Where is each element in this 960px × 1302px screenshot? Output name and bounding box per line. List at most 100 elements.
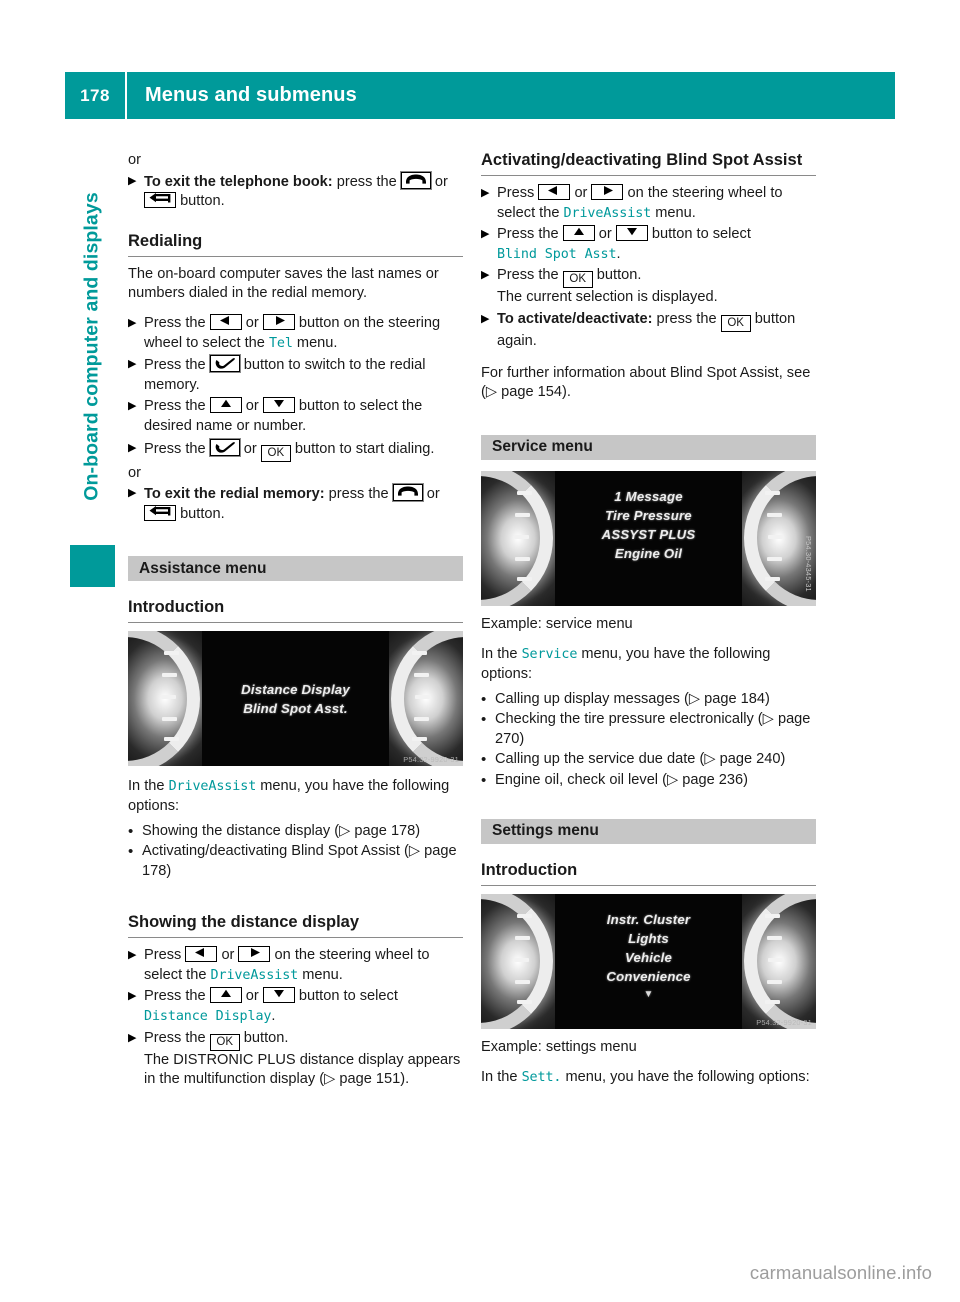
page-ref: page 236 — [682, 771, 744, 788]
section-band-assistance: Assistance menu — [128, 556, 463, 582]
step-arrow-icon: ▶ — [128, 1031, 137, 1044]
figure-assistance-cluster: Distance Display Blind Spot Asst. P54.32… — [128, 631, 463, 767]
list-item-text: ) — [166, 862, 172, 879]
menu-name-distance-display: Distance Display — [144, 1009, 272, 1025]
arrow-right-icon — [262, 313, 295, 330]
figure-code-label: P54.30-4345-31 — [804, 535, 813, 592]
page-ref: page 151 — [339, 1071, 401, 1088]
arrow-up-icon — [562, 225, 595, 242]
step-bsa-1: ▶ Press or on the steering wheel to sele… — [481, 184, 816, 223]
ok-button-icon: OK — [562, 271, 593, 289]
back-arrow-icon — [144, 504, 176, 521]
figure-caption-service: Example: service menu — [481, 615, 633, 632]
step-text: menu. — [655, 204, 696, 221]
step-arrow-icon: ▶ — [128, 487, 137, 500]
bullet-icon: • — [128, 843, 134, 861]
cluster-menu-item: Instr. Cluster — [606, 911, 691, 927]
cluster-screen: 1 Message Tire Pressure ASSYST PLUS Engi… — [555, 471, 742, 606]
step-text: Press — [497, 185, 535, 201]
list-item-text: Calling up the service due date ( — [495, 751, 705, 768]
step-redial-3: ▶ Press the or button to select the desi… — [128, 397, 463, 436]
step-text: Press — [144, 947, 182, 964]
phone-hangup-icon — [391, 483, 424, 503]
step-arrow-icon: ▶ — [128, 441, 137, 454]
step-text: ). — [400, 1071, 410, 1088]
step-arrow-icon: ▶ — [481, 312, 490, 325]
chapter-side-label: On-board computer and displays — [80, 192, 103, 501]
left-column: or ▶ To exit the telephone book: press t… — [128, 150, 463, 1092]
menu-name-service: Service — [521, 647, 578, 663]
step-distance-3: ▶ Press the OK button. The DISTRONIC PLU… — [128, 1029, 463, 1090]
step-arrow-icon: ▶ — [128, 400, 137, 413]
step-text: press the — [328, 486, 389, 503]
cluster-menu-item: ASSYST PLUS — [601, 526, 696, 542]
step-text: or — [598, 226, 612, 243]
or-label-2: or — [128, 464, 141, 481]
page-ref: page 240 — [719, 751, 781, 768]
step-text: press the — [336, 173, 397, 190]
right-column: Activating/deactivating Blind Spot Assis… — [481, 150, 816, 1088]
heading-introduction-settings: Introduction — [481, 860, 578, 879]
section-band-service: Service menu — [481, 434, 816, 460]
list-item-text: Activating/deactivating Blind Spot Assis… — [142, 843, 409, 860]
or-label-1: or — [128, 152, 141, 168]
step-text: The DISTRONIC PLUS distance display appe… — [144, 1051, 461, 1088]
list-item-text: Checking the tire pressure electronicall… — [495, 711, 763, 728]
step-text: or — [221, 947, 235, 964]
cluster-right-ticks — [756, 485, 783, 593]
step-redial-4: ▶ Press the or OK button to start dialin… — [128, 437, 463, 462]
list-item: • Activating/deactivating Blind Spot Ass… — [128, 842, 463, 881]
step-arrow-icon: ▶ — [128, 174, 137, 187]
cluster-menu-item: Tire Pressure — [605, 507, 692, 523]
arrow-right-icon — [238, 946, 271, 963]
menu-name-driveassist: DriveAssist — [563, 205, 652, 221]
step-lead-in: To activate/deactivate: — [497, 310, 653, 327]
list-item-text: ) — [519, 730, 525, 747]
list-item-text: Engine oil, check oil level ( — [495, 771, 667, 788]
list-item: • Calling up display messages (▷ page 18… — [481, 690, 816, 710]
arrow-down-icon — [262, 987, 295, 1004]
step-redial-1: ▶ Press the or button on the steering wh… — [128, 313, 463, 353]
step-text: or — [434, 173, 448, 190]
page-title: Menus and submenus — [145, 84, 357, 106]
cluster-menu-item: 1 Message — [614, 488, 683, 504]
phone-call-icon — [208, 354, 241, 374]
bullet-icon: • — [481, 690, 487, 708]
step-text: The current selection is displayed. — [497, 289, 718, 306]
page-ref-icon: ▷ — [666, 771, 683, 788]
step-arrow-icon: ▶ — [128, 990, 137, 1003]
ok-button-icon: OK — [260, 444, 291, 462]
step-lead-in: To exit the redial memory: — [144, 486, 325, 503]
arrow-down-icon — [615, 225, 648, 242]
cluster-right-ticks — [403, 645, 430, 753]
step-arrow-icon: ▶ — [481, 228, 490, 241]
arrow-right-icon — [591, 184, 624, 200]
cluster-menu-item: Blind Spot Asst. — [243, 700, 348, 716]
list-item: • Checking the tire pressure electronica… — [481, 710, 816, 749]
cluster-left-ticks — [514, 908, 541, 1016]
list-item-text: ) — [743, 771, 748, 788]
bullet-icon: • — [481, 711, 487, 729]
step-text: Press the — [144, 440, 206, 457]
footer-text: ). — [562, 384, 571, 401]
page-ref: page 184 — [704, 690, 766, 707]
phone-call-icon — [208, 437, 241, 457]
heading-redialing: Redialing — [128, 231, 203, 250]
step-text: Press the — [497, 267, 559, 284]
step-text: button. — [180, 505, 225, 522]
step-text: . — [616, 245, 621, 262]
step-redial-2: ▶ Press the button to switch to the redi… — [128, 354, 463, 395]
page-header-bar: 178 Menus and submenus — [65, 72, 895, 119]
page-ref: page 178 — [354, 822, 416, 839]
heading-rule — [481, 175, 816, 176]
menu-name-tel: Tel — [268, 335, 293, 351]
intro-text: menu, you have the following options: — [565, 1069, 810, 1086]
step-text: Press the — [144, 314, 206, 331]
list-item-text: Showing the distance display ( — [142, 822, 340, 839]
cluster-menu-item: Vehicle — [624, 949, 673, 965]
cluster-menu-item: Convenience — [606, 968, 691, 984]
cluster-screen: Distance Display Blind Spot Asst. — [202, 631, 389, 767]
page-ref-icon: ▷ — [324, 1071, 340, 1088]
page-ref-icon: ▷ — [688, 690, 705, 707]
chapter-side-marker — [70, 545, 115, 587]
